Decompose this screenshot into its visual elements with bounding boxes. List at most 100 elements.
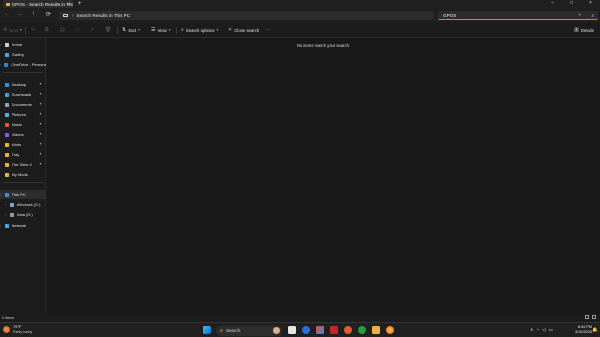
xbox-icon[interactable]	[358, 326, 366, 334]
folder-icon	[4, 172, 9, 177]
store-icon[interactable]	[316, 326, 324, 334]
weather-icon	[3, 325, 10, 333]
sidebar-item-this-pc[interactable]: › This PC	[0, 190, 46, 199]
sidebar-item-onedrive-persona[interactable]: › OneDrive - Persona	[0, 60, 46, 69]
minimize-button[interactable]: –	[543, 0, 562, 8]
expand-chevron-icon[interactable]: ›	[0, 43, 3, 47]
status-bar: 0 items	[0, 313, 600, 322]
layout-toggle	[585, 315, 596, 319]
clear-search-icon[interactable]: ×	[578, 13, 581, 18]
downloads-icon	[4, 92, 9, 97]
sidebar-item-my-mods[interactable]: My Mods	[0, 170, 46, 179]
copy-button[interactable]: ⧉	[45, 27, 51, 33]
expand-chevron-icon[interactable]: ›	[0, 63, 3, 67]
sidebar-item-music[interactable]: Music ✦	[0, 120, 46, 129]
details-view-icon[interactable]	[585, 315, 589, 319]
sidebar-item-videos[interactable]: Videos ✦	[0, 130, 46, 139]
sidebar-item-data-d[interactable]: › Data (D:)	[0, 210, 46, 219]
pin-icon: ✦	[39, 102, 42, 106]
notification-icon[interactable]: 🔔	[592, 327, 598, 333]
chevron-down-icon: ▾	[216, 28, 219, 32]
sidebar-item-home[interactable]: › Home	[0, 40, 46, 49]
share-button[interactable]: ↗	[90, 27, 96, 33]
forward-icon[interactable]: →	[17, 11, 23, 17]
new-tab-button[interactable]: +	[78, 1, 82, 7]
sidebar-item-network[interactable]: › Network	[0, 221, 46, 230]
sidebar-item-the-sims-4[interactable]: The Sims 4 ✦	[0, 160, 46, 169]
sidebar-item-label: This PC	[11, 192, 26, 197]
pin-icon: ✦	[39, 122, 42, 126]
chevron-up-icon[interactable]: ∧	[530, 327, 533, 333]
rename-button[interactable]: ▭	[75, 27, 82, 33]
sidebar-item-gallery[interactable]: Gallery	[0, 50, 46, 59]
sidebar-item-windows-c[interactable]: › Windows (C:)	[0, 200, 46, 209]
new-label: New	[9, 27, 18, 33]
expand-chevron-icon[interactable]: ›	[0, 193, 3, 197]
firefox-icon[interactable]	[386, 326, 394, 334]
details-pane-icon: ▥	[574, 27, 579, 33]
file-list-area[interactable]: No items match your search.	[47, 38, 600, 313]
this-pc-icon	[63, 13, 68, 18]
chevron-down-icon: ▾	[138, 28, 140, 32]
sidebar-item-downloads[interactable]: Downloads ✦	[0, 90, 46, 99]
app-red-icon[interactable]	[330, 326, 338, 334]
address-bar[interactable]: › Search Results in This PC	[59, 11, 434, 20]
sidebar-item-tray[interactable]: Tray ✦	[0, 150, 46, 159]
pin-icon: ✦	[39, 162, 42, 166]
file-explorer-icon[interactable]	[372, 326, 380, 334]
view-button[interactable]: ☰ View ▾	[151, 27, 171, 33]
sidebar-item-documents[interactable]: Documents ✦	[0, 100, 46, 109]
wifi-icon[interactable]: ◔	[536, 327, 539, 333]
search-input[interactable]: GPOS × ⌕	[438, 11, 598, 20]
cut-icon: ✂	[31, 27, 36, 33]
sort-icon: ⇅	[122, 27, 127, 33]
sidebar-item-label: Pictures	[11, 112, 26, 117]
sidebar-item-label: Downloads	[11, 92, 32, 97]
paste-button[interactable]: ▤	[60, 27, 67, 33]
close-search-label: Close search	[234, 27, 260, 33]
more-options-button[interactable]: ···	[266, 27, 270, 32]
back-icon[interactable]: ←	[4, 11, 10, 17]
folder-icon	[6, 2, 10, 6]
navigation-pane: › Home Gallery › OneDrive - Persona Desktop ✦ D…	[0, 38, 46, 313]
home-icon	[4, 42, 9, 47]
chevron-down-icon: ▾	[19, 28, 22, 32]
app-orange-icon[interactable]	[344, 326, 352, 334]
tiles-view-icon[interactable]	[592, 315, 596, 319]
volume-icon[interactable]: ◁	[542, 327, 545, 333]
refresh-icon[interactable]: ⟳	[46, 11, 51, 18]
expand-chevron-icon[interactable]: ›	[0, 224, 3, 228]
expand-chevron-icon[interactable]: ›	[5, 203, 8, 207]
weather-widget[interactable]: 79°F Partly sunny	[3, 324, 32, 334]
delete-button[interactable]: 🗑	[105, 27, 113, 33]
details-button[interactable]: ▥ Details	[574, 27, 594, 33]
more-icon: ···	[266, 27, 271, 32]
sidebar-item-mods[interactable]: Mods ✦	[0, 140, 46, 149]
sidebar-item-desktop[interactable]: Desktop ✦	[0, 80, 46, 89]
up-icon[interactable]: ↑	[32, 11, 35, 17]
task-view-icon[interactable]	[288, 326, 296, 334]
search-options-button[interactable]: ⌕ Search options ▾	[181, 27, 218, 33]
search-icon[interactable]: ⌕	[591, 13, 594, 19]
cut-button[interactable]: ✂	[31, 27, 37, 33]
new-button[interactable]: ⊕ New ▾	[3, 27, 22, 33]
sidebar-item-label: Network	[11, 223, 27, 228]
chevron-right-icon[interactable]: ›	[72, 13, 74, 18]
documents-icon	[4, 102, 9, 107]
battery-icon[interactable]: ▭	[548, 327, 552, 333]
sort-button[interactable]: ⇅ Sort ▾	[122, 27, 140, 33]
close-window-button[interactable]: ×	[581, 0, 600, 8]
edge-icon[interactable]	[302, 326, 310, 334]
taskbar-search[interactable]: ⌕ Search	[216, 325, 282, 336]
sidebar-item-pictures[interactable]: Pictures ✦	[0, 110, 46, 119]
pin-icon: ✦	[39, 142, 42, 146]
maximize-button[interactable]: □	[562, 0, 581, 8]
tab-search-results[interactable]: GPOS - Search Results in This P ×	[3, 0, 73, 8]
window-controls: – □ ×	[543, 0, 600, 8]
expand-chevron-icon[interactable]: ›	[5, 213, 8, 217]
clock[interactable]: 8:34 PM 3/15/2025	[575, 325, 592, 335]
sidebar-item-label: Home	[11, 42, 23, 47]
close-search-button[interactable]: ✕ Close search	[228, 27, 259, 33]
start-icon[interactable]	[203, 326, 211, 334]
tab-close-icon[interactable]: ×	[67, 2, 70, 7]
